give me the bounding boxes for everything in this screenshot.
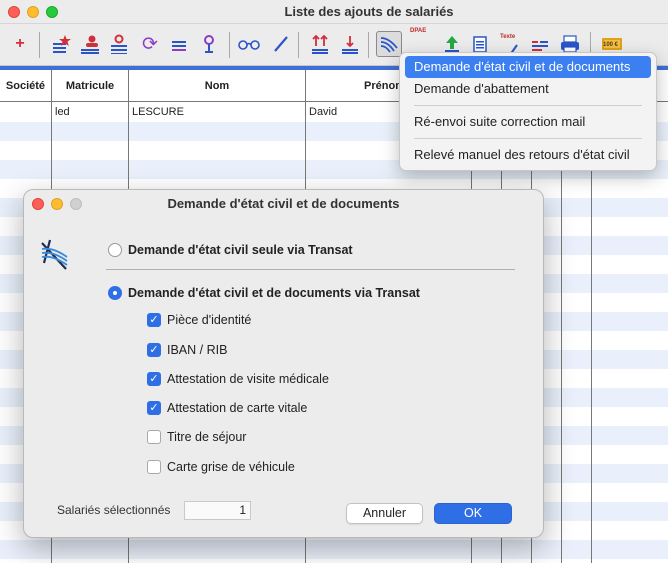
toolbar-separator [39, 32, 40, 58]
checkbox-titre-sejour[interactable]: Titre de séjour [147, 430, 246, 444]
checkbox-label: Attestation de carte vitale [167, 401, 308, 415]
sort-ascending-icon[interactable] [308, 32, 332, 56]
checkbox-checked-icon[interactable]: ✓ [147, 313, 161, 327]
add-icon[interactable]: + [8, 32, 32, 56]
menu-item-releve-manuel[interactable]: Relevé manuel des retours d'état civil [405, 144, 651, 166]
list-icon[interactable] [167, 32, 191, 56]
user-link-icon[interactable] [107, 32, 131, 56]
dialog-title: Demande d'état civil et de documents [167, 196, 400, 211]
dpae-badge: DPAE [410, 28, 427, 34]
glasses-icon[interactable] [237, 32, 261, 56]
menu-item-abattement[interactable]: Demande d'abattement [405, 78, 651, 100]
menu-item-renvoi-correction-mail[interactable]: Ré-envoi suite correction mail [405, 111, 651, 133]
checkbox-carte-grise[interactable]: Carte grise de véhicule [147, 460, 295, 474]
toolbar-separator [298, 32, 299, 58]
checkbox-label: Attestation de visite médicale [167, 372, 329, 386]
search-key-icon[interactable] [197, 32, 221, 56]
selected-count-field: 1 [184, 501, 251, 520]
window-title: Liste des ajouts de salariés [284, 4, 454, 19]
title-bar: Liste des ajouts de salariés [0, 0, 668, 24]
column-header-matricule[interactable]: Matricule [52, 70, 128, 102]
checkbox-checked-icon[interactable]: ✓ [147, 372, 161, 386]
checkbox-label: Carte grise de véhicule [167, 460, 295, 474]
column-header-societe[interactable]: Société [0, 70, 51, 102]
cell-prenom: David [309, 106, 338, 118]
menu-separator [414, 105, 642, 106]
dialog-separator [106, 269, 515, 270]
radio-etat-civil-seule-label: Demande d'état civil seule via Transat [128, 243, 353, 257]
checkbox-label: IBAN / RIB [167, 343, 228, 357]
transat-logo-icon [41, 235, 69, 278]
checkbox-iban-rib[interactable]: ✓ IBAN / RIB [147, 343, 227, 357]
add-favorite-list-icon[interactable] [49, 32, 73, 56]
selected-count-label: Salariés sélectionnés [57, 503, 171, 517]
cancel-button[interactable]: Annuler [346, 503, 423, 524]
radio-etat-civil-documents-label: Demande d'état civil et de documents via… [128, 286, 420, 300]
checkbox-piece-identite[interactable]: ✓ Pièce d'identité [147, 313, 251, 327]
radio-etat-civil-seule[interactable]: Demande d'état civil seule via Transat [108, 243, 353, 257]
transat-dropdown-menu: Demande d'état civil et de documents Dem… [399, 52, 657, 171]
checkbox-unchecked-icon[interactable] [147, 460, 161, 474]
cell-matricule: led [55, 106, 70, 118]
checkbox-unchecked-icon[interactable] [147, 430, 161, 444]
menu-item-etat-civil-documents[interactable]: Demande d'état civil et de documents [405, 56, 651, 78]
cent-badge: 100 € [603, 42, 619, 48]
radio-etat-civil-documents[interactable]: Demande d'état civil et de documents via… [108, 286, 420, 300]
checkbox-visite-medicale[interactable]: ✓ Attestation de visite médicale [147, 372, 329, 386]
checkbox-label: Pièce d'identité [167, 313, 252, 327]
checkbox-carte-vitale[interactable]: ✓ Attestation de carte vitale [147, 401, 307, 415]
radio-button-selected[interactable] [108, 286, 122, 300]
pencil-icon[interactable] [269, 32, 293, 56]
sort-descending-icon[interactable] [338, 32, 362, 56]
table-row[interactable] [0, 540, 668, 559]
refresh-icon[interactable]: ⟳ [138, 32, 162, 56]
etat-civil-dialog: Demande d'état civil et de documents Dem… [23, 189, 544, 538]
user-add-icon[interactable] [78, 32, 102, 56]
checkbox-label: Titre de séjour [167, 430, 247, 444]
checkbox-checked-icon[interactable]: ✓ [147, 343, 161, 357]
toolbar-separator [368, 32, 369, 58]
checkbox-checked-icon[interactable]: ✓ [147, 401, 161, 415]
radio-button[interactable] [108, 243, 122, 257]
menu-separator [414, 138, 642, 139]
cell-nom: LESCURE [132, 106, 184, 118]
ok-button[interactable]: OK [434, 503, 512, 524]
toolbar-separator [229, 32, 230, 58]
column-header-nom[interactable]: Nom [129, 70, 305, 102]
transat-menu-icon[interactable] [376, 31, 402, 57]
